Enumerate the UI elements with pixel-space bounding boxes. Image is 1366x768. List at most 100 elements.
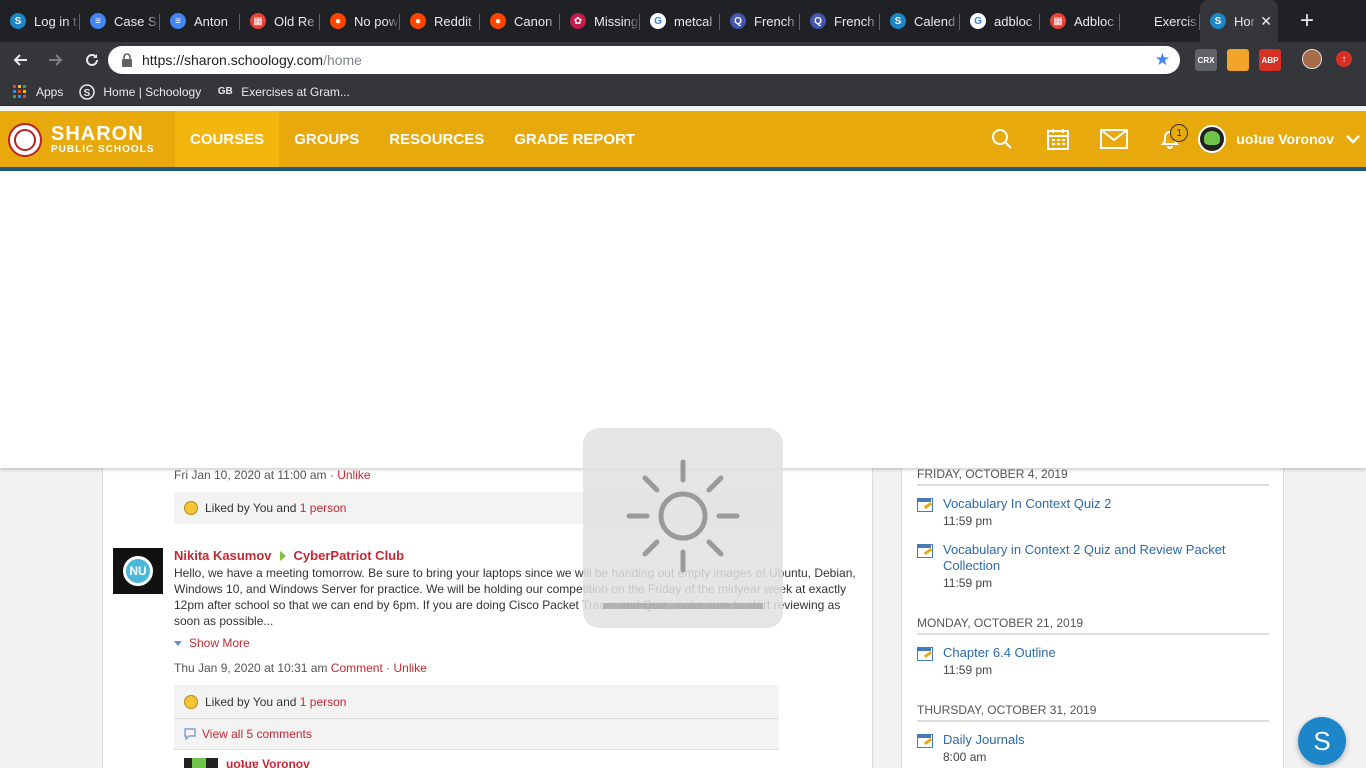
url-path: /home [323, 52, 362, 68]
bookmark-item[interactable]: S Home | Schoology [79, 83, 201, 100]
notification-badge: 1 [1170, 124, 1189, 142]
arrow-left-icon [13, 54, 27, 66]
docs-icon: ≡ [90, 13, 106, 29]
new-tab-button[interactable]: + [1292, 6, 1322, 36]
browser-tab[interactable]: Exercis [1120, 0, 1200, 42]
date-divider [917, 484, 1269, 486]
post2-unlike-link[interactable]: Unlike [393, 661, 426, 675]
svg-text:S: S [84, 88, 91, 99]
upcoming-item-link[interactable]: Vocabulary In Context Quiz 2 [943, 496, 1269, 512]
nav-resources[interactable]: RESOURCES [374, 111, 499, 167]
post2-author-avatar[interactable]: NU [113, 548, 163, 594]
calendar-button[interactable] [1030, 111, 1086, 167]
reddit-icon: ● [330, 13, 346, 29]
bookmark-item[interactable]: GB Exercises at Gram... [217, 84, 350, 100]
user-menu[interactable]: uoʇuɐ Voronov [1198, 125, 1360, 153]
upcoming-item-link[interactable]: Vocabulary in Context 2 Quiz and Review … [943, 542, 1269, 574]
post1-liked-link[interactable]: 1 person [300, 501, 347, 515]
reload-button[interactable] [76, 44, 108, 76]
browser-tab[interactable]: ▦ Old Re [240, 0, 320, 42]
search-button[interactable] [974, 111, 1030, 167]
adblock-plus-icon[interactable]: ABP [1259, 49, 1281, 71]
header-actions: 1 uoʇuɐ Voronov [974, 111, 1366, 167]
browser-tab[interactable]: S Calend [880, 0, 960, 42]
arrow-right-icon [279, 550, 286, 561]
post2-separator: · [382, 661, 394, 675]
browser-tab[interactable]: ✿ Missing [560, 0, 640, 42]
browser-tab[interactable]: ● No pow [320, 0, 400, 42]
comment-author-avatar[interactable] [184, 758, 218, 768]
bookmark-item[interactable]: Apps [12, 84, 63, 100]
post2-liked-link[interactable]: 1 person [300, 695, 347, 709]
comment-author-name[interactable]: uoʇuɐ Voronov [226, 757, 310, 768]
post2-group-link[interactable]: CyberPatriot Club [294, 548, 405, 563]
comments-divider [174, 749, 779, 750]
tab-title: Missing [594, 13, 639, 29]
address-bar[interactable]: https://sharon.schoology.com/home ★ [108, 46, 1180, 74]
blank-icon [1130, 13, 1146, 29]
tab-title: Calend [914, 13, 956, 29]
tab-title: Case S [114, 13, 157, 29]
browser-tab[interactable]: ● Reddit [400, 0, 480, 42]
messages-button[interactable] [1086, 111, 1142, 167]
upcoming-item: Vocabulary in Context 2 Quiz and Review … [917, 542, 1269, 590]
browser-tab[interactable]: S Log in t [0, 0, 80, 42]
nav-groups[interactable]: GROUPS [279, 111, 374, 167]
tab-title: metcal [674, 13, 713, 29]
upcoming-item: Daily Journals 8:00 am [917, 732, 1269, 764]
schoology-header: SHARON PUBLIC SCHOOLS COURSES GROUPS RESOU… [0, 111, 1366, 167]
tab-title: French [834, 13, 875, 29]
browser-tab[interactable]: Q French [800, 0, 880, 42]
profile-avatar[interactable] [1302, 49, 1322, 69]
apps-grid-icon [12, 84, 28, 100]
upcoming-item-link[interactable]: Chapter 6.4 Outline [943, 645, 1269, 661]
post2-likes: Liked by You and 1 person [174, 685, 779, 719]
browser-tab[interactable]: ≡ Anton [160, 0, 240, 42]
bookmarks-bar: Apps S Home | Schoology GB Exercises at Gram… [0, 78, 1366, 106]
nav-grade-report[interactable]: GRADE REPORT [499, 111, 650, 167]
update-arrow-icon[interactable]: ↑ [1336, 51, 1352, 67]
tab-title: Adbloc [1074, 13, 1114, 29]
district-logo[interactable]: SHARON PUBLIC SCHOOLS [8, 123, 154, 157]
post2-author-link[interactable]: Nikita Kasumov [174, 548, 272, 563]
nav-courses[interactable]: COURSES [175, 111, 280, 167]
tab-title: Hor [1234, 13, 1255, 29]
quizlet-icon: Q [730, 13, 746, 29]
schoology-help-button[interactable]: S [1298, 717, 1346, 765]
post1-unlike-link[interactable]: Unlike [337, 468, 370, 482]
comment-bubble-icon [184, 728, 196, 740]
post1-liked-text: Liked by You and [205, 501, 297, 515]
caret-down-icon [174, 640, 182, 646]
browser-tab[interactable]: Gmetcal [640, 0, 720, 42]
back-button[interactable] [4, 44, 36, 76]
owl-extension-icon[interactable] [1227, 49, 1249, 71]
upcoming-item: Chapter 6.4 Outline 11:59 pm [917, 645, 1269, 677]
browser-tab[interactable]: S Hor ✕ [1200, 0, 1278, 42]
schoology-icon: S [10, 13, 26, 29]
bookmark-star-icon[interactable]: ★ [1155, 50, 1170, 70]
browser-tab[interactable]: Q French [720, 0, 800, 42]
crx-extension-icon[interactable]: CRX [1195, 49, 1217, 71]
smiley-icon [184, 501, 198, 515]
upcoming-date-heading: THURSDAY, OCTOBER 31, 2019 [917, 703, 1097, 717]
store-icon: ▦ [250, 13, 266, 29]
close-tab-icon[interactable]: ✕ [1260, 13, 1272, 30]
tab-title: Log in t [34, 13, 77, 29]
view-comments-link[interactable]: View all 5 comments [202, 727, 312, 741]
show-more-link[interactable]: Show More [174, 636, 250, 650]
post2-comment-link[interactable]: Comment [331, 661, 383, 675]
main-nav: COURSES GROUPS RESOURCES GRADE REPORT [175, 111, 650, 167]
browser-tab[interactable]: ▦ Adbloc [1040, 0, 1120, 42]
upcoming-item-link[interactable]: Daily Journals [943, 732, 1269, 748]
browser-tab[interactable]: ≡ Case S [80, 0, 160, 42]
sun-brightness-icon [626, 459, 740, 573]
notifications-button[interactable]: 1 [1142, 111, 1198, 167]
tab-title: Old Re [274, 13, 315, 29]
browser-tab[interactable]: Gadbloc [960, 0, 1040, 42]
raspberry-icon: ✿ [570, 13, 586, 29]
forward-button[interactable] [40, 44, 72, 76]
tab-list: S Log in t ≡ Case S ≡ Anton ▦ Old Re ● No pow ● Red… [0, 0, 1278, 42]
post1-meta: Fri Jan 10, 2020 at 11:00 am · Unlike [174, 468, 371, 482]
browser-tab[interactable]: ● Canon [480, 0, 560, 42]
assignment-icon [917, 647, 933, 661]
